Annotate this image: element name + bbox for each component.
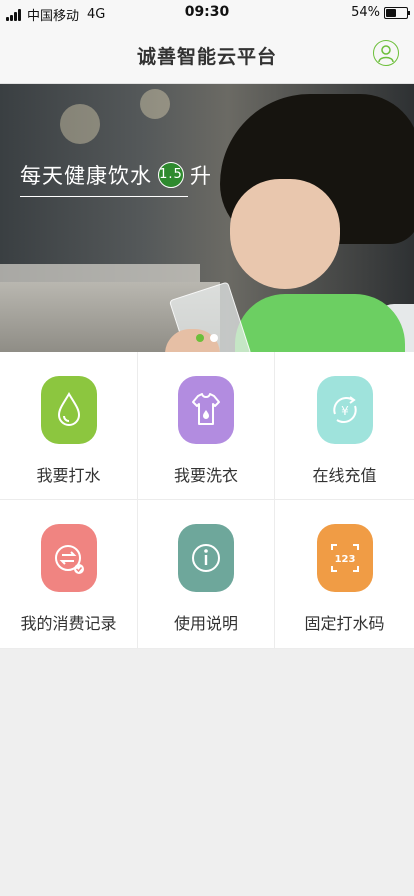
banner-bokeh — [60, 104, 100, 144]
banner-table-edge — [0, 264, 200, 282]
status-right: 54% — [351, 5, 410, 20]
menu-label: 使用说明 — [173, 614, 238, 633]
user-icon[interactable] — [373, 40, 399, 66]
svg-text:¥: ¥ — [341, 404, 349, 418]
banner-slogan: 每天健康饮水 1.5 升 — [20, 160, 212, 190]
carousel-dots — [0, 334, 414, 342]
banner-underline — [20, 196, 188, 197]
battery-icon — [384, 6, 410, 19]
banner-shirt — [235, 294, 405, 352]
menu-label: 在线充值 — [312, 466, 377, 485]
banner-bokeh — [140, 89, 170, 119]
menu-label: 我要洗衣 — [173, 466, 238, 485]
menu-item-recharge[interactable]: ¥ 在线充值 — [275, 352, 414, 500]
battery-percent: 54% — [351, 5, 380, 20]
exchange-icon — [40, 524, 97, 592]
menu-item-instructions[interactable]: 使用说明 — [138, 500, 275, 649]
menu-label: 固定打水码 — [304, 614, 385, 633]
menu-grid: 我要打水 我要洗衣 ¥ 在线充值 我的消费记录 使用说明 123 固定打水码 — [0, 352, 414, 649]
menu-label: 我的消费记录 — [20, 614, 117, 633]
banner-face — [230, 179, 340, 289]
carousel-dot[interactable] — [196, 334, 204, 342]
scan-code-icon: 123 — [316, 524, 373, 592]
menu-label: 我要打水 — [36, 466, 101, 485]
status-bar: 中国移动 4G 09:30 54% — [0, 0, 414, 26]
menu-item-fixed-code[interactable]: 123 固定打水码 — [275, 500, 414, 649]
menu-item-laundry[interactable]: 我要洗衣 — [138, 352, 275, 500]
menu-item-water[interactable]: 我要打水 — [0, 352, 138, 500]
page-title: 诚善智能云平台 — [136, 46, 277, 68]
banner-slogan-text: 每天健康饮水 — [20, 164, 152, 188]
info-icon — [178, 524, 234, 592]
banner-carousel[interactable]: 每天健康饮水 1.5 升 — [0, 84, 414, 352]
nav-bar: 诚善智能云平台 — [0, 26, 414, 84]
water-drop-icon — [40, 376, 97, 444]
carousel-dot[interactable] — [210, 334, 218, 342]
banner-badge: 1.5 — [158, 162, 184, 188]
yuan-recharge-icon: ¥ — [316, 376, 373, 444]
svg-text:123: 123 — [334, 554, 355, 565]
tshirt-icon — [178, 376, 234, 444]
banner-unit: 升 — [190, 164, 212, 188]
menu-item-records[interactable]: 我的消费记录 — [0, 500, 138, 649]
